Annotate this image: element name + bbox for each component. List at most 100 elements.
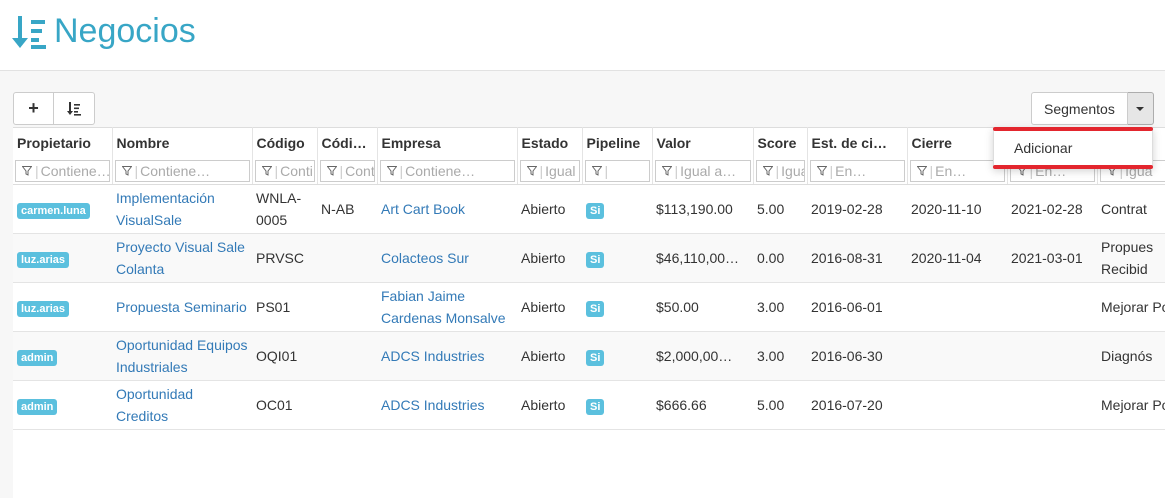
filter-separator: |	[134, 163, 139, 180]
cell-date3	[1007, 282, 1097, 332]
company-link[interactable]: Colacteos Sur	[381, 250, 469, 266]
filter-input[interactable]: | Igual	[519, 160, 580, 183]
company-link[interactable]: ADCS Industries	[381, 397, 484, 413]
segments-button[interactable]: Segmentos	[1031, 92, 1128, 125]
filter-placeholder: En…	[935, 163, 967, 180]
column-header[interactable]: Código	[252, 127, 318, 159]
cell-value: $666.66	[652, 380, 753, 430]
cell-close	[907, 331, 1007, 381]
cell-owner: admin	[13, 331, 112, 381]
table-row[interactable]: admin Oportunidad Creditos OC01 ADCS Indust…	[13, 380, 1165, 430]
filter-icon	[591, 166, 602, 177]
company-link[interactable]: Fabian Jaime Cardenas Monsalve	[381, 288, 506, 326]
column-header[interactable]: Nombre	[112, 127, 253, 159]
deals-table: Propietario Nombre Código Códi… Empresa Estad…	[13, 127, 1165, 430]
filter-input[interactable]: | Igual a…	[654, 160, 751, 183]
cell-owner: luz.arias	[13, 282, 112, 332]
filter-placeholder: Conti	[280, 163, 313, 180]
column-header[interactable]: Valor	[652, 127, 754, 159]
pipeline-badge: Si	[586, 350, 605, 366]
column-header[interactable]: Est. de ci…	[807, 127, 908, 159]
cell-close: 2020-11-10	[907, 184, 1007, 234]
menu-item-adicionar[interactable]: Adicionar	[1014, 140, 1072, 156]
plus-icon: +	[28, 98, 39, 118]
filter-cell: |	[582, 158, 653, 185]
filter-separator: |	[929, 163, 934, 180]
cell-close	[907, 380, 1007, 430]
filter-cell: |Conti	[317, 158, 378, 185]
sort-button[interactable]	[54, 92, 95, 125]
sort-list-icon	[67, 101, 81, 116]
filter-icon	[816, 166, 827, 177]
cell-state: Abierto	[517, 184, 582, 234]
filter-separator: |	[274, 163, 279, 180]
segments-dropdown-toggle[interactable]	[1127, 92, 1154, 125]
table-row[interactable]: admin Oportunidad Equipos Industriales OQI…	[13, 331, 1165, 381]
filter-icon	[326, 166, 337, 177]
filter-input[interactable]: | Contiene…	[114, 160, 250, 183]
filter-input[interactable]: | Contiene…	[15, 160, 110, 183]
cell-state: Abierto	[517, 380, 582, 430]
cell-score: 0.00	[753, 233, 807, 283]
cell-date3	[1007, 380, 1097, 430]
pipeline-badge: Si	[586, 203, 605, 219]
cell-name: Propuesta Seminario	[112, 282, 252, 332]
filter-input[interactable]: | En…	[909, 160, 1005, 183]
name-link[interactable]: Implementación VisualSale	[116, 190, 215, 228]
filter-icon	[762, 166, 773, 177]
name-link[interactable]: Oportunidad Equipos Industriales	[116, 337, 248, 375]
filter-input[interactable]: | Contiene…	[379, 160, 515, 183]
cell-date3: 2021-02-28	[1007, 184, 1097, 234]
filter-icon	[661, 166, 672, 177]
cell-code: OQI01	[252, 331, 317, 381]
company-link[interactable]: Art Cart Book	[381, 201, 465, 217]
content-area: + Segmentos Propietario Nombre Código Códi……	[0, 71, 1165, 498]
cell-est: 2016-08-31	[807, 233, 907, 283]
table-row[interactable]: luz.arias Propuesta Seminario PS01 Fabian J…	[13, 282, 1165, 332]
cell-est: 2016-06-01	[807, 282, 907, 332]
cell-stage: Mejorar Pos	[1097, 380, 1165, 430]
column-header[interactable]: Códi…	[317, 127, 378, 159]
filter-placeholder: Contiene…	[405, 163, 476, 180]
cell-code2	[317, 380, 377, 430]
cell-code2	[317, 233, 377, 283]
filter-icon	[526, 166, 537, 177]
table-row[interactable]: luz.arias Proyecto Visual Sale Colanta PRV…	[13, 233, 1165, 283]
column-header[interactable]: Cierre	[907, 127, 1008, 159]
filter-placeholder: Igual a…	[680, 163, 737, 180]
filter-input[interactable]: | En…	[809, 160, 905, 183]
filter-cell: | Contiene…	[377, 158, 518, 185]
cell-score: 3.00	[753, 331, 807, 381]
company-link[interactable]: ADCS Industries	[381, 348, 484, 364]
cell-score: 3.00	[753, 282, 807, 332]
table-row[interactable]: carmen.luna Implementación VisualSale WNLA…	[13, 184, 1165, 234]
filter-separator: |	[604, 163, 609, 180]
column-header[interactable]: Score	[753, 127, 808, 159]
filter-input[interactable]: |	[584, 160, 650, 183]
name-link[interactable]: Proyecto Visual Sale Colanta	[116, 239, 245, 277]
cell-code: WNLA-0005	[252, 184, 317, 234]
pipeline-badge: Si	[586, 252, 605, 268]
cell-date3: 2021-03-01	[1007, 233, 1097, 283]
filter-input[interactable]: |Conti	[319, 160, 375, 183]
name-link[interactable]: Oportunidad Creditos	[116, 386, 193, 424]
cell-close: 2020-11-04	[907, 233, 1007, 283]
filter-icon	[261, 166, 272, 177]
sort-list-icon	[12, 16, 46, 49]
add-button[interactable]: +	[13, 92, 54, 125]
column-header[interactable]: Estado	[517, 127, 583, 159]
filter-placeholder: Contiene…	[140, 163, 211, 180]
filter-input[interactable]: |Conti	[254, 160, 315, 183]
column-header[interactable]: Empresa	[377, 127, 518, 159]
cell-score: 5.00	[753, 184, 807, 234]
name-link[interactable]: Propuesta Seminario	[116, 299, 247, 315]
column-header[interactable]: Propietario	[13, 127, 113, 159]
column-header[interactable]: Pipeline	[582, 127, 653, 159]
cell-owner: luz.arias	[13, 233, 112, 283]
cell-code2	[317, 282, 377, 332]
cell-code2	[317, 331, 377, 381]
cell-company: ADCS Industries	[377, 380, 517, 430]
cell-company: Fabian Jaime Cardenas Monsalve	[377, 282, 517, 332]
filter-placeholder: En…	[835, 163, 867, 180]
filter-input[interactable]: |Igua	[755, 160, 805, 183]
